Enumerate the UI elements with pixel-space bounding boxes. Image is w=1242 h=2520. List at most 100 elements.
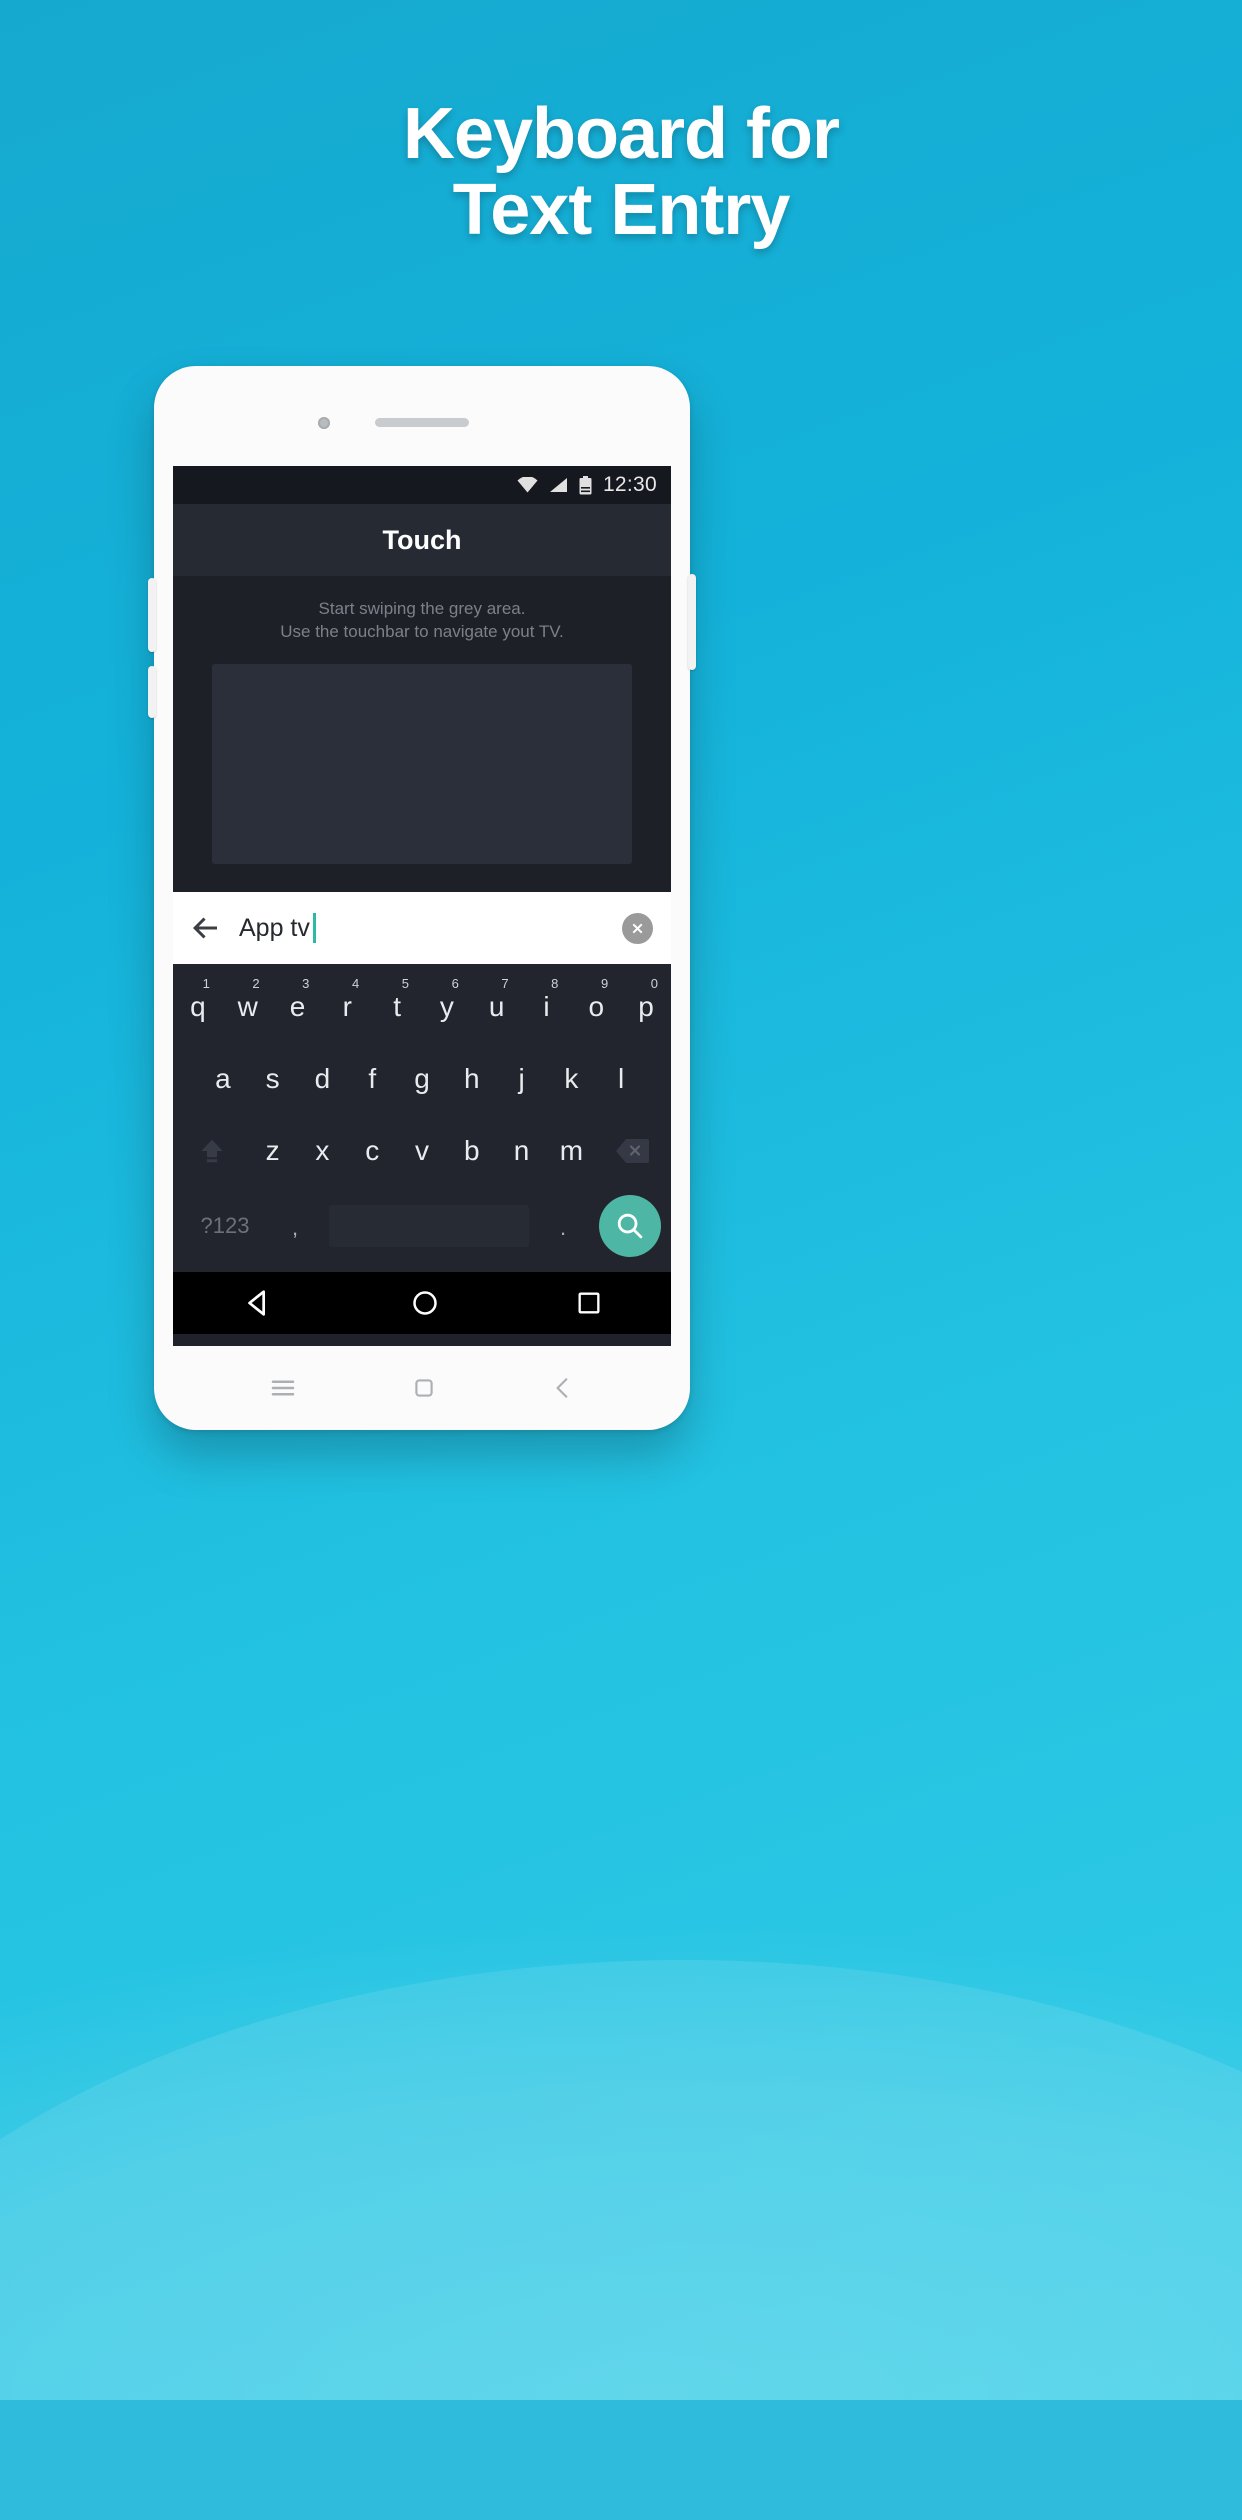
key-v[interactable]: v: [397, 1120, 447, 1182]
key-z-label: z: [265, 1135, 280, 1166]
key-c[interactable]: c: [347, 1120, 397, 1182]
key-a-label: a: [215, 1063, 231, 1094]
key-x-label: x: [315, 1135, 330, 1166]
key-y-label: y: [439, 991, 454, 1022]
nav-recents-icon[interactable]: [575, 1289, 603, 1317]
key-n-label: n: [513, 1135, 530, 1166]
keyboard-row-3: z x c v b n m: [173, 1120, 671, 1182]
key-i[interactable]: 8i: [522, 976, 572, 1038]
space-key[interactable]: [329, 1205, 529, 1247]
headline-line-2: Text Entry: [452, 170, 791, 251]
battery-icon: [579, 475, 592, 495]
volume-up-button[interactable]: [148, 578, 156, 652]
key-f-label: f: [368, 1063, 377, 1094]
status-bar-clock: 12:30: [602, 473, 657, 496]
phone-screen: 12:30 Touch Start swiping the grey area.…: [173, 466, 671, 1346]
status-bar: 12:30: [173, 466, 671, 504]
app-bar: Touch: [173, 504, 671, 576]
key-d[interactable]: d: [298, 1048, 348, 1110]
power-button[interactable]: [688, 574, 696, 670]
touch-content: Start swiping the grey area. Use the tou…: [173, 576, 671, 892]
key-e-number: 3: [302, 976, 310, 991]
key-l[interactable]: l: [596, 1048, 646, 1110]
key-h[interactable]: h: [447, 1048, 497, 1110]
menu-icon[interactable]: [268, 1373, 298, 1403]
key-y[interactable]: 6y: [422, 976, 472, 1038]
key-f[interactable]: f: [347, 1048, 397, 1110]
hint-line-2: Use the touchbar to navigate yout TV.: [280, 621, 564, 641]
shift-icon[interactable]: [176, 1120, 248, 1182]
back-arrow-icon[interactable]: [187, 910, 223, 946]
key-t[interactable]: 5t: [372, 976, 422, 1038]
key-s[interactable]: s: [248, 1048, 298, 1110]
key-o-number: 9: [600, 976, 609, 991]
phone-chin-buttons: [154, 1346, 690, 1430]
hint-line-1: Start swiping the grey area.: [318, 599, 526, 618]
headline-line-1: Keyboard for: [402, 94, 840, 174]
key-z[interactable]: z: [248, 1120, 298, 1182]
key-e-label: e: [289, 991, 306, 1022]
key-i-label: i: [543, 991, 550, 1022]
signal-icon: [549, 477, 568, 493]
key-k[interactable]: k: [546, 1048, 596, 1110]
symbols-key[interactable]: ?123: [183, 1213, 267, 1239]
key-o-label: o: [588, 991, 605, 1022]
volume-down-button[interactable]: [148, 666, 156, 718]
key-m-label: m: [559, 1135, 584, 1166]
key-g-label: g: [414, 1063, 430, 1094]
key-q[interactable]: 1q: [173, 976, 223, 1038]
key-i-number: 8: [551, 976, 559, 991]
key-x[interactable]: x: [298, 1120, 348, 1182]
search-input[interactable]: App tv: [239, 913, 316, 943]
key-p[interactable]: 0p: [621, 976, 671, 1038]
clear-circle-icon[interactable]: [622, 912, 653, 944]
key-v-label: v: [414, 1135, 429, 1166]
key-u-label: u: [488, 991, 505, 1022]
key-y-number: 6: [451, 976, 459, 991]
key-k-label: k: [564, 1063, 579, 1094]
earpiece-speaker: [375, 418, 469, 427]
on-screen-keyboard: 1q 2w 3e 4r 5t 6y 7u 8i 9o 0p a s d f g …: [173, 964, 671, 1272]
wifi-icon: [517, 477, 538, 493]
page-title: Touch: [382, 524, 462, 555]
backspace-icon[interactable]: [596, 1120, 668, 1182]
background-glow: [0, 1680, 1242, 2400]
search-icon[interactable]: [599, 1195, 661, 1257]
touchpad-area[interactable]: [212, 663, 632, 864]
key-w[interactable]: 2w: [223, 976, 273, 1038]
home-square-icon[interactable]: [411, 1375, 437, 1401]
key-u-number: 7: [501, 976, 509, 991]
key-e[interactable]: 3e: [273, 976, 323, 1038]
key-n[interactable]: n: [497, 1120, 547, 1182]
back-chevron-icon[interactable]: [550, 1375, 576, 1401]
key-a[interactable]: a: [198, 1048, 248, 1110]
key-o[interactable]: 9o: [571, 976, 621, 1038]
key-q-label: q: [190, 991, 206, 1022]
period-key[interactable]: .: [535, 1211, 591, 1241]
key-s-label: s: [265, 1063, 280, 1094]
key-m[interactable]: m: [546, 1120, 596, 1182]
key-g[interactable]: g: [397, 1048, 447, 1110]
keyboard-row-4: ?123 , .: [173, 1190, 671, 1262]
search-bar: App tv: [173, 892, 671, 964]
key-r[interactable]: 4r: [322, 976, 372, 1038]
keyboard-row-2: a s d f g h j k l: [173, 1048, 671, 1110]
search-input-value: App tv: [239, 913, 310, 942]
comma-key[interactable]: ,: [267, 1211, 323, 1241]
key-c-label: c: [365, 1135, 380, 1166]
promo-headline: Keyboard for Text Entry: [0, 96, 1242, 249]
nav-home-icon[interactable]: [410, 1288, 440, 1318]
nav-back-icon[interactable]: [241, 1286, 275, 1320]
key-h-label: h: [463, 1063, 480, 1094]
key-u[interactable]: 7u: [472, 976, 522, 1038]
key-w-label: w: [237, 991, 258, 1022]
key-t-label: t: [393, 991, 401, 1022]
key-j[interactable]: j: [497, 1048, 547, 1110]
key-b[interactable]: b: [447, 1120, 497, 1182]
key-d-label: d: [314, 1063, 331, 1094]
hint-text: Start swiping the grey area. Use the tou…: [173, 598, 671, 644]
android-nav-bar: [173, 1272, 671, 1334]
key-p-label: p: [638, 991, 654, 1022]
front-camera: [318, 417, 330, 429]
key-w-number: 2: [252, 976, 260, 991]
